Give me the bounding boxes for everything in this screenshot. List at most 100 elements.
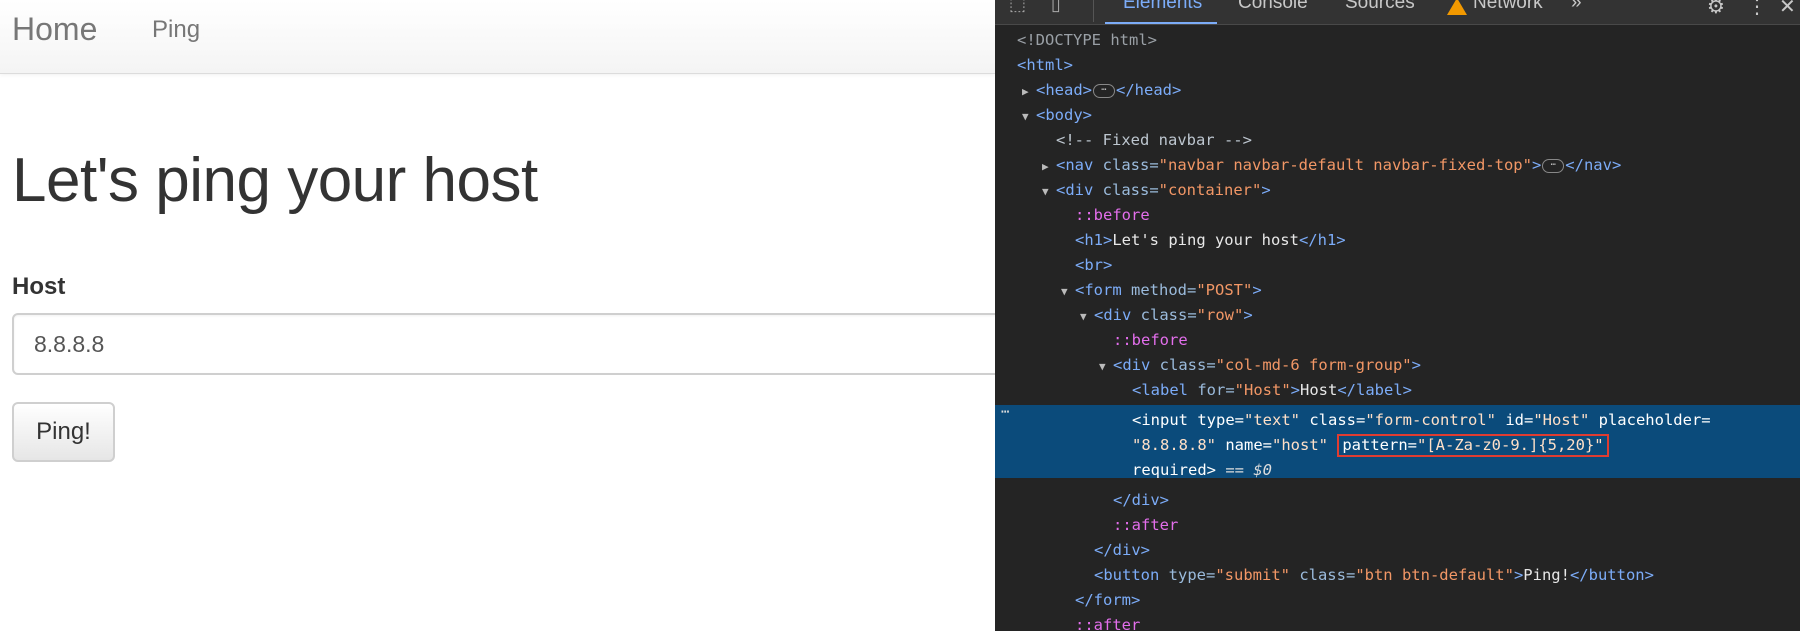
pseudo-element: ::after: [1075, 616, 1141, 631]
attr-value: "btn btn-default": [1355, 566, 1514, 584]
dom-node-input-selected-end[interactable]: required> == $0: [995, 458, 1800, 483]
pseudo-element: ::before: [1113, 331, 1188, 349]
dom-node-pseudo-after[interactable]: ::after: [995, 513, 1800, 538]
host-input[interactable]: [12, 313, 995, 375]
more-options-icon[interactable]: ⋮: [1747, 0, 1767, 18]
form-tag: <form: [1075, 281, 1131, 299]
attr-value: "host": [1272, 436, 1328, 454]
attr-value: "row": [1196, 306, 1244, 324]
nav-link-ping[interactable]: Ping: [152, 16, 200, 44]
tab-network[interactable]: Network: [1473, 0, 1543, 14]
attr-name: class=: [1300, 411, 1366, 429]
dom-node-label[interactable]: <label for="Host">Host</label>: [995, 378, 1800, 403]
expand-triangle-icon[interactable]: ▶: [1042, 154, 1056, 179]
navbar: Home Ping: [0, 0, 995, 74]
collapse-triangle-icon[interactable]: ▼: [1061, 279, 1075, 304]
br-tag: <br>: [1075, 256, 1113, 274]
attr-value: "POST": [1196, 281, 1253, 299]
collapse-triangle-icon[interactable]: ▼: [1099, 354, 1113, 379]
selected-node-ref: == $0: [1216, 461, 1272, 479]
attr-value: "text": [1244, 411, 1300, 429]
div-tag: <div: [1113, 356, 1160, 374]
dom-node-pseudo-after[interactable]: ::after: [995, 613, 1800, 631]
more-tabs-chevron-icon[interactable]: »: [1571, 0, 1582, 14]
collapsed-ellipsis-icon[interactable]: ⋯: [1542, 158, 1565, 173]
nav-close-tag: </nav>: [1565, 156, 1622, 174]
html-tag: <html>: [1017, 56, 1073, 74]
expand-triangle-icon[interactable]: ▶: [1022, 79, 1036, 104]
attr-name: class=: [1140, 306, 1197, 324]
collapse-triangle-icon[interactable]: ▼: [1080, 304, 1094, 329]
attr-name: id=: [1495, 411, 1534, 429]
collapse-triangle-icon[interactable]: ▼: [1022, 104, 1036, 129]
settings-gear-icon[interactable]: ⚙: [1707, 0, 1725, 18]
attr-name: class=: [1102, 156, 1159, 174]
label-tag: <label: [1132, 381, 1198, 399]
page-title: Let's ping your host: [12, 146, 538, 215]
tab-sources[interactable]: Sources: [1345, 0, 1415, 14]
attr-value: "Host": [1234, 381, 1291, 399]
attr-value: "Host": [1533, 411, 1590, 429]
dom-node-button[interactable]: <button type="submit" class="btn btn-def…: [995, 563, 1800, 588]
button-text: Ping!: [1523, 566, 1570, 584]
dom-node-html[interactable]: <html>: [995, 53, 1800, 78]
tag-end: >: [1206, 461, 1216, 479]
tag-end: >: [1243, 306, 1253, 324]
dom-node-form-group-div[interactable]: ▼ <div class="col-md-6 form-group">: [995, 353, 1800, 378]
attr-value: "col-md-6 form-group": [1215, 356, 1412, 374]
navbar-brand-home-link[interactable]: Home: [12, 11, 97, 48]
dom-node-input-selected-cont[interactable]: "8.8.8.8" name="host" pattern="[A-Za-z0-…: [995, 433, 1800, 458]
dom-node-doctype[interactable]: <!DOCTYPE html>: [995, 28, 1800, 53]
dom-node-h1[interactable]: <h1>Let's ping your host</h1>: [995, 228, 1800, 253]
tag-end: >: [1290, 381, 1300, 399]
dom-node-body[interactable]: ▼ <body>: [995, 103, 1800, 128]
h1-text: Let's ping your host: [1112, 231, 1299, 249]
dom-node-br[interactable]: <br>: [995, 253, 1800, 278]
dom-node-pseudo-before[interactable]: ::before: [995, 328, 1800, 353]
attr-name: class=: [1289, 566, 1356, 584]
div-tag: <div: [1056, 181, 1103, 199]
head-open-tag: <head>: [1036, 81, 1092, 99]
dom-node-nav[interactable]: ▶ <nav class="navbar navbar-default navba…: [995, 153, 1800, 178]
div-close-tag: </div>: [1113, 491, 1169, 509]
device-toolbar-icon[interactable]: ▯: [1051, 0, 1061, 15]
inspect-element-icon[interactable]: ⬚: [1009, 0, 1026, 15]
attr-value: "8.8.8.8": [1132, 436, 1216, 454]
dom-node-div-close[interactable]: </div>: [995, 488, 1800, 513]
devtools-toolbar: ⬚ ▯ Elements Console Sources Network » ⚙…: [995, 0, 1800, 25]
head-close-tag: </head>: [1116, 81, 1182, 99]
devtools-panel: ⬚ ▯ Elements Console Sources Network » ⚙…: [995, 0, 1800, 631]
dom-node-row-div[interactable]: ▼ <div class="row">: [995, 303, 1800, 328]
pseudo-element: ::before: [1075, 206, 1150, 224]
tag-end: >: [1531, 156, 1542, 174]
attr-name: for=: [1197, 381, 1235, 399]
toolbar-divider: [1093, 0, 1094, 22]
web-page: Home Ping Let's ping your host Host Ping…: [0, 0, 995, 631]
warning-icon: [1447, 0, 1467, 15]
tag-end: >: [1411, 356, 1421, 374]
pattern-attribute-highlight: pattern="[A-Za-z0-9.]{5,20}": [1337, 434, 1609, 457]
collapsed-ellipsis-icon[interactable]: ⋯: [1093, 83, 1115, 98]
attr-value: "container": [1158, 181, 1262, 199]
dom-node-form-close[interactable]: </form>: [995, 588, 1800, 613]
tab-console[interactable]: Console: [1238, 0, 1308, 14]
tag-end: >: [1261, 181, 1271, 199]
dom-node-head[interactable]: ▶ <head> ⋯ </head>: [995, 78, 1800, 103]
dom-node-form[interactable]: ▼ <form method="POST">: [995, 278, 1800, 303]
dom-node-pseudo-before[interactable]: ::before: [995, 203, 1800, 228]
ping-button[interactable]: Ping!: [12, 402, 115, 462]
close-devtools-icon[interactable]: ✕: [1779, 0, 1796, 18]
comment-text: <!-- Fixed navbar -->: [1056, 131, 1252, 149]
attr-name: class=: [1159, 356, 1216, 374]
label-close-tag: </label>: [1337, 381, 1412, 399]
body-open-tag: <body>: [1036, 106, 1092, 124]
dom-node-comment[interactable]: <!-- Fixed navbar -->: [995, 128, 1800, 153]
dom-node-input-selected[interactable]: <input type="text" class="form-control" …: [995, 408, 1800, 433]
dom-node-div-close[interactable]: </div>: [995, 538, 1800, 563]
collapse-triangle-icon[interactable]: ▼: [1042, 179, 1056, 204]
tab-elements[interactable]: Elements: [1123, 0, 1202, 14]
label-text: Host: [1300, 381, 1338, 399]
host-label: Host: [12, 273, 66, 300]
dom-node-container-div[interactable]: ▼ <div class="container">: [995, 178, 1800, 203]
active-tab-indicator: [1105, 22, 1217, 24]
